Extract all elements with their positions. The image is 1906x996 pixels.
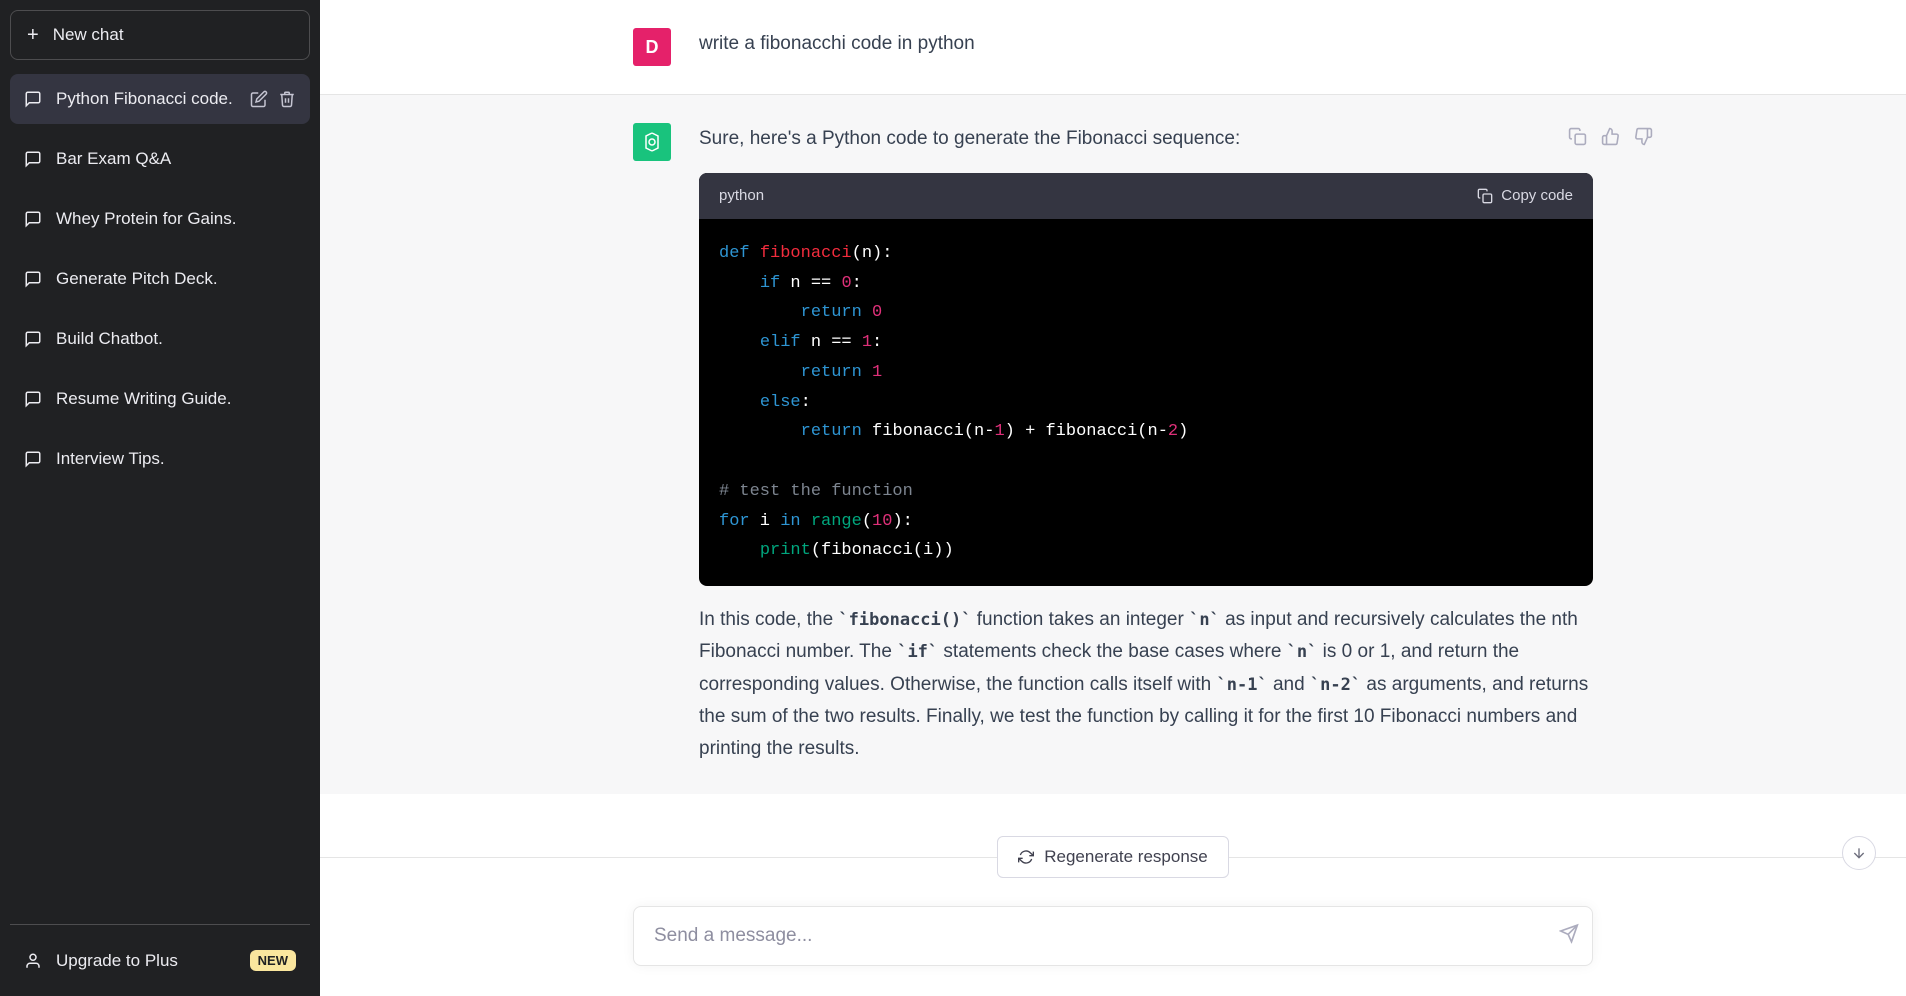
- code-body: def fibonacci(n): if n == 0: return 0 el…: [699, 219, 1593, 586]
- scroll-down-button[interactable]: [1842, 836, 1876, 870]
- code-lang: python: [719, 183, 764, 209]
- avatar-user: D: [633, 28, 671, 66]
- new-chat-label: New chat: [53, 25, 124, 45]
- chat-icon: [24, 330, 42, 348]
- message-input[interactable]: [633, 906, 1593, 966]
- copy-code-label: Copy code: [1501, 183, 1573, 209]
- sidebar-item-label: Interview Tips.: [56, 449, 296, 469]
- assistant-explanation: In this code, the `fibonacci()` function…: [699, 604, 1593, 765]
- chat-icon: [24, 450, 42, 468]
- sidebar-item-label: Python Fibonacci code.: [56, 89, 236, 109]
- chat-icon: [24, 150, 42, 168]
- clipboard-icon[interactable]: [1568, 127, 1587, 146]
- thumbs-up-icon[interactable]: [1601, 127, 1620, 146]
- sidebar-item-chatbot[interactable]: Build Chatbot.: [10, 314, 310, 364]
- sidebar-item-label: Generate Pitch Deck.: [56, 269, 296, 289]
- input-wrap: [633, 906, 1593, 966]
- upgrade-button[interactable]: Upgrade to Plus NEW: [10, 935, 310, 986]
- refresh-icon: [1018, 849, 1034, 865]
- user-text: write a fibonacchi code in python: [699, 28, 1593, 66]
- sidebar-item-label: Build Chatbot.: [56, 329, 296, 349]
- sidebar-item-whey[interactable]: Whey Protein for Gains.: [10, 194, 310, 244]
- edit-icon[interactable]: [250, 90, 268, 108]
- arrow-down-icon: [1851, 845, 1867, 861]
- code-header: python Copy code: [699, 173, 1593, 219]
- chat-icon: [24, 270, 42, 288]
- regenerate-button[interactable]: Regenerate response: [997, 836, 1229, 878]
- conversation-thread[interactable]: D write a fibonacchi code in python Sure…: [320, 0, 1906, 857]
- plus-icon: +: [27, 25, 39, 45]
- sidebar-item-label: Bar Exam Q&A: [56, 149, 296, 169]
- code-block: python Copy code def fibonacci(n): if n …: [699, 173, 1593, 586]
- upgrade-label: Upgrade to Plus: [56, 951, 178, 971]
- sidebar-footer: Upgrade to Plus NEW: [10, 924, 310, 986]
- user-icon: [24, 952, 42, 970]
- new-chat-button[interactable]: + New chat: [10, 10, 310, 60]
- assistant-intro: Sure, here's a Python code to generate t…: [699, 123, 1593, 155]
- input-area: Regenerate response: [320, 857, 1906, 996]
- copy-code-button[interactable]: Copy code: [1477, 183, 1573, 209]
- regenerate-label: Regenerate response: [1044, 847, 1208, 867]
- sidebar-item-pitch[interactable]: Generate Pitch Deck.: [10, 254, 310, 304]
- message-actions: [1568, 127, 1653, 146]
- chat-icon: [24, 210, 42, 228]
- avatar-letter: D: [646, 37, 659, 58]
- clipboard-icon: [1477, 188, 1493, 204]
- openai-icon: [640, 130, 664, 154]
- message-assistant: Sure, here's a Python code to generate t…: [320, 95, 1906, 794]
- sidebar-item-label: Resume Writing Guide.: [56, 389, 296, 409]
- sidebar-item-resume[interactable]: Resume Writing Guide.: [10, 374, 310, 424]
- send-icon: [1559, 924, 1579, 944]
- chat-icon: [24, 390, 42, 408]
- sidebar: + New chat Python Fibonacci code. Bar Ex…: [0, 0, 320, 996]
- message-user: D write a fibonacchi code in python: [320, 0, 1906, 95]
- new-badge: NEW: [250, 950, 296, 971]
- send-button[interactable]: [1559, 924, 1579, 949]
- assistant-content: Sure, here's a Python code to generate t…: [699, 123, 1593, 766]
- sidebar-item-fibonacci[interactable]: Python Fibonacci code.: [10, 74, 310, 124]
- sidebar-item-bar-exam[interactable]: Bar Exam Q&A: [10, 134, 310, 184]
- sidebar-item-interview[interactable]: Interview Tips.: [10, 434, 310, 484]
- trash-icon[interactable]: [278, 90, 296, 108]
- main-panel: D write a fibonacchi code in python Sure…: [320, 0, 1906, 996]
- avatar-assistant: [633, 123, 671, 161]
- thumbs-down-icon[interactable]: [1634, 127, 1653, 146]
- sidebar-item-label: Whey Protein for Gains.: [56, 209, 296, 229]
- chat-icon: [24, 90, 42, 108]
- chat-list: Python Fibonacci code. Bar Exam Q&A Whey…: [10, 74, 310, 924]
